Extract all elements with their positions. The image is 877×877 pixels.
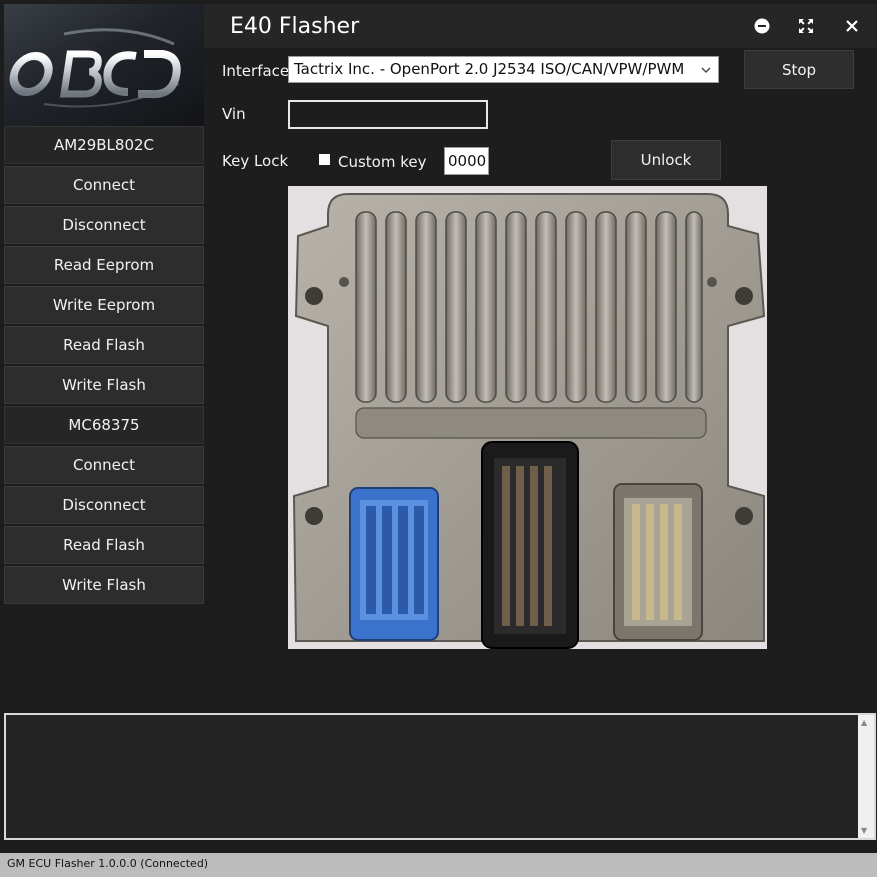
- status-bar: GM ECU Flasher 1.0.0.0 (Connected): [0, 853, 877, 877]
- vin-label: Vin: [222, 105, 246, 123]
- sidebar: AM29BL802C Connect Disconnect Read Eepro…: [4, 126, 204, 606]
- custom-key-label: Custom key: [338, 153, 427, 171]
- title-bar: E40 Flasher: [204, 4, 877, 48]
- log-scrollbar[interactable]: ▲ ▼: [858, 715, 874, 838]
- keylock-label: Key Lock: [222, 152, 289, 170]
- mc68-connect-button[interactable]: Connect: [4, 446, 204, 484]
- maximize-icon[interactable]: [794, 14, 818, 38]
- chip-header-mc68375: MC68375: [4, 406, 204, 444]
- custom-key-checkbox[interactable]: [319, 154, 330, 165]
- mc68-write-flash-button[interactable]: Write Flash: [4, 566, 204, 604]
- close-icon[interactable]: [840, 14, 864, 38]
- am29-read-flash-button[interactable]: Read Flash: [4, 326, 204, 364]
- unlock-button[interactable]: Unlock: [611, 140, 721, 180]
- vin-input[interactable]: [288, 100, 488, 129]
- status-text: GM ECU Flasher 1.0.0.0 (Connected): [7, 857, 209, 870]
- am29-read-eeprom-button[interactable]: Read Eeprom: [4, 246, 204, 284]
- custom-key-input[interactable]: 0000: [444, 147, 489, 175]
- am29-connect-button[interactable]: Connect: [4, 166, 204, 204]
- window-title: E40 Flasher: [230, 14, 360, 39]
- stop-button[interactable]: Stop: [744, 50, 854, 89]
- app-logo: [4, 4, 204, 126]
- chip-header-am29bl802c: AM29BL802C: [4, 126, 204, 164]
- interface-select[interactable]: Tactrix Inc. - OpenPort 2.0 J2534 ISO/CA…: [288, 56, 719, 83]
- scroll-down-icon[interactable]: ▼: [861, 826, 867, 835]
- log-output[interactable]: ▲ ▼: [4, 713, 876, 840]
- interface-select-value: Tactrix Inc. - OpenPort 2.0 J2534 ISO/CA…: [294, 60, 685, 78]
- am29-disconnect-button[interactable]: Disconnect: [4, 206, 204, 244]
- mc68-disconnect-button[interactable]: Disconnect: [4, 486, 204, 524]
- chevron-down-icon: [700, 62, 712, 80]
- minimize-icon[interactable]: [750, 14, 774, 38]
- am29-write-eeprom-button[interactable]: Write Eeprom: [4, 286, 204, 324]
- scroll-up-icon[interactable]: ▲: [861, 718, 867, 727]
- interface-label: Interface: [222, 62, 290, 80]
- am29-write-flash-button[interactable]: Write Flash: [4, 366, 204, 404]
- mc68-read-flash-button[interactable]: Read Flash: [4, 526, 204, 564]
- ecu-module-photo: [288, 186, 767, 649]
